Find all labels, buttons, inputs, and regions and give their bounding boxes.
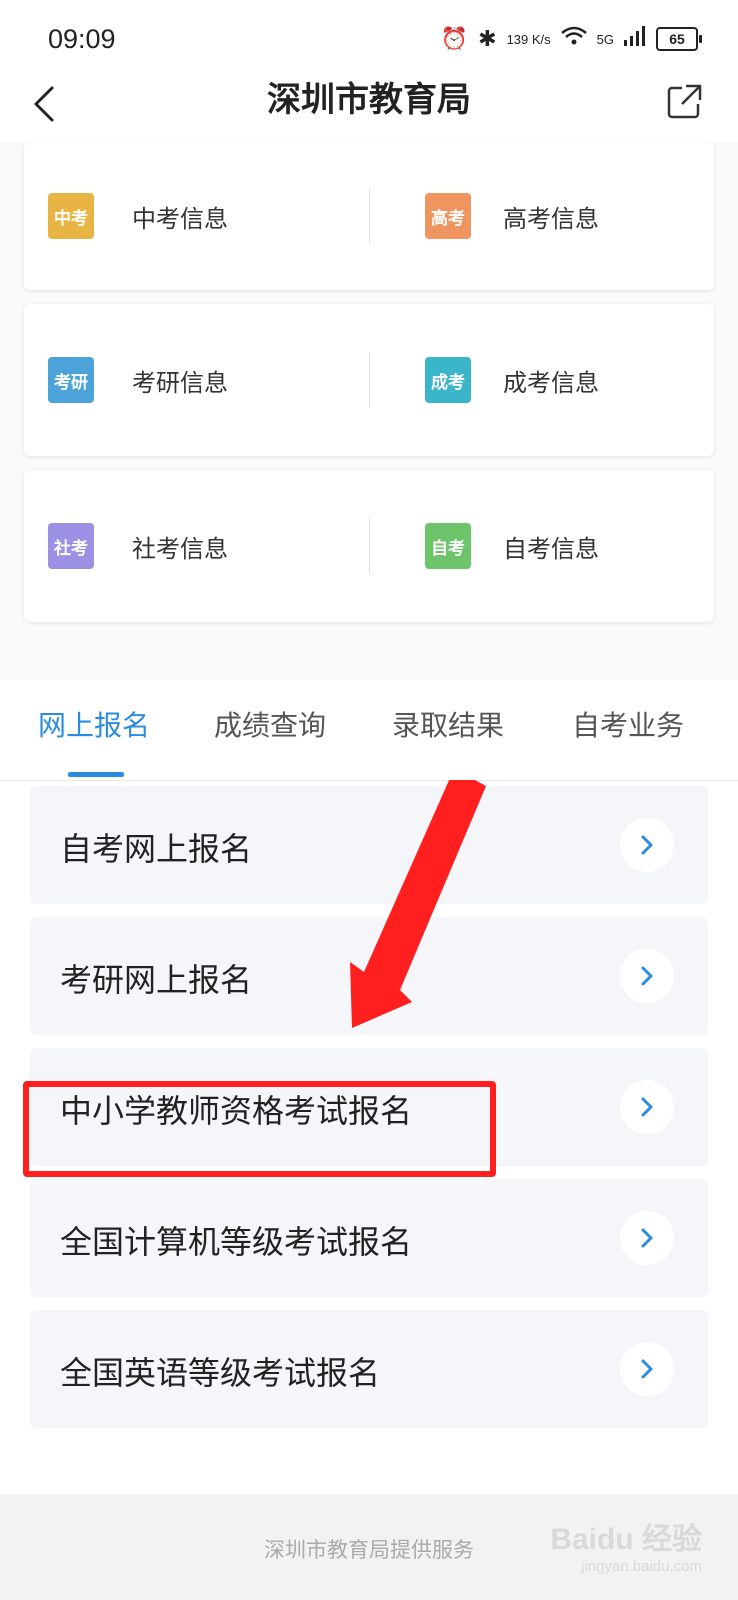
gaokao-badge-icon: 高考 bbox=[425, 193, 471, 239]
category-card-row: 中考 中考信息 高考 高考信息 bbox=[24, 142, 714, 290]
category-zikao[interactable]: 自考 自考信息 bbox=[369, 470, 714, 622]
list-item-label: 全国英语等级考试报名 bbox=[60, 1354, 381, 1392]
status-time: 09:09 bbox=[48, 24, 116, 54]
category-label: 自考信息 bbox=[503, 534, 599, 563]
chevron-right-icon bbox=[620, 949, 674, 1003]
category-label: 社考信息 bbox=[132, 534, 228, 563]
red-arrow-icon bbox=[350, 780, 486, 1028]
kaoyan-badge-icon: 考研 bbox=[48, 357, 94, 403]
tab-self-study-services[interactable]: 自考业务 bbox=[572, 704, 684, 744]
signal-icon bbox=[624, 26, 646, 52]
network-speed: 139 K/s bbox=[506, 31, 551, 47]
category-label: 中考信息 bbox=[132, 204, 228, 233]
watermark-text: Baidu 经验 bbox=[550, 1523, 702, 1556]
list-item-label: 全国计算机等级考试报名 bbox=[60, 1223, 413, 1261]
signal-type: 5G bbox=[596, 31, 614, 47]
zhongkao-badge-icon: 中考 bbox=[48, 193, 94, 239]
category-label: 成考信息 bbox=[503, 368, 599, 397]
zikao-badge-icon: 自考 bbox=[425, 523, 471, 569]
category-gaokao[interactable]: 高考 高考信息 bbox=[369, 142, 714, 290]
category-label: 考研信息 bbox=[132, 368, 228, 397]
category-card-row: 考研 考研信息 成考 成考信息 bbox=[24, 304, 714, 456]
share-icon bbox=[667, 84, 702, 119]
list-item-label: 考研网上报名 bbox=[60, 961, 253, 999]
chevron-right-icon bbox=[620, 1080, 674, 1134]
tab-bar: 网上报名 成绩查询 录取结果 自考业务 bbox=[0, 680, 738, 781]
category-chengkao[interactable]: 成考 成考信息 bbox=[369, 304, 714, 456]
alarm-icon: ⏰ bbox=[440, 26, 469, 52]
status-bar: 09:09 ⏰ ✱ 139 K/s 5G 65 bbox=[0, 0, 738, 80]
bluetooth-icon: ✱ bbox=[478, 26, 497, 52]
shekao-badge-icon: 社考 bbox=[48, 523, 94, 569]
chevron-right-icon bbox=[620, 1342, 674, 1396]
category-zhongkao[interactable]: 中考 中考信息 bbox=[24, 142, 369, 290]
status-icons: ⏰ ✱ 139 K/s 5G 65 bbox=[440, 26, 702, 52]
list-item-english-rank-registration[interactable]: 全国英语等级考试报名 bbox=[30, 1310, 708, 1428]
tab-online-registration[interactable]: 网上报名 bbox=[38, 704, 150, 744]
tab-score-query[interactable]: 成绩查询 bbox=[214, 704, 326, 744]
chevron-right-icon bbox=[620, 1211, 674, 1265]
list-item-computer-rank-registration[interactable]: 全国计算机等级考试报名 bbox=[30, 1179, 708, 1297]
tab-admission-results[interactable]: 录取结果 bbox=[392, 704, 504, 744]
category-card-row: 社考 社考信息 自考 自考信息 bbox=[24, 470, 714, 622]
category-label: 高考信息 bbox=[503, 204, 599, 233]
active-tab-indicator bbox=[68, 772, 124, 777]
chengkao-badge-icon: 成考 bbox=[425, 357, 471, 403]
chevron-right-icon bbox=[620, 818, 674, 872]
footer: 深圳市教育局提供服务 Baidu 经验 jingyan.baidu.com bbox=[0, 1494, 738, 1600]
highlight-box bbox=[23, 1081, 496, 1177]
battery-icon: 65 bbox=[656, 27, 702, 51]
wifi-icon bbox=[560, 26, 587, 52]
nav-bar: 深圳市教育局 bbox=[0, 80, 738, 143]
baidu-watermark: Baidu 经验 jingyan.baidu.com bbox=[550, 1514, 702, 1575]
share-button[interactable] bbox=[664, 82, 704, 122]
watermark-subtext: jingyan.baidu.com bbox=[581, 1558, 702, 1575]
category-shekao[interactable]: 社考 社考信息 bbox=[24, 470, 369, 622]
page-title: 深圳市教育局 bbox=[267, 80, 471, 120]
list-item-label: 自考网上报名 bbox=[60, 830, 253, 868]
category-kaoyan[interactable]: 考研 考研信息 bbox=[24, 304, 369, 456]
